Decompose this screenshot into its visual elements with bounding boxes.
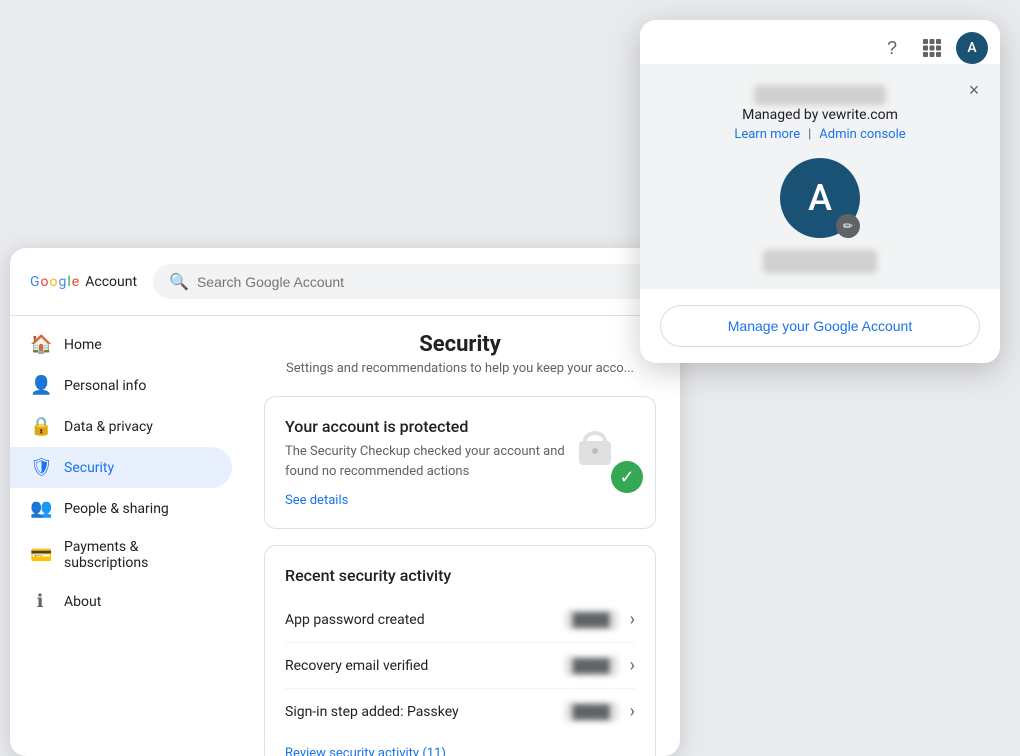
main-content: Security Settings and recommendations to… <box>240 316 680 756</box>
recent-activity-card: Recent security activity App password cr… <box>264 545 656 756</box>
avatar-letter: A <box>808 177 832 219</box>
account-body: 🏠 Home 👤 Personal info 🔒 Data & privacy … <box>10 316 680 756</box>
shield-container: ✓ <box>571 417 635 489</box>
logo-o1: o <box>41 274 49 290</box>
protected-content: Your account is protected The Security C… <box>285 417 565 508</box>
popup-header-section: × user@vewrite.com Managed by vewrite.co… <box>640 64 1000 289</box>
popup-avatar: A ✏ <box>780 158 860 238</box>
check-badge: ✓ <box>611 461 643 493</box>
sidebar-item-payments[interactable]: 💳 Payments & subscriptions <box>10 529 232 581</box>
sidebar-label-home: Home <box>64 337 102 353</box>
search-input[interactable] <box>197 274 644 290</box>
security-shield-graphic: ✓ <box>571 417 635 489</box>
topbar-avatar[interactable]: A <box>956 32 988 64</box>
help-icon: ? <box>887 38 897 59</box>
page-title: Security <box>264 332 656 357</box>
popup-links: Learn more | Admin console <box>660 127 980 142</box>
protected-desc: The Security Checkup checked your accoun… <box>285 442 565 481</box>
separator: | <box>808 127 811 142</box>
sidebar-label-security: Security <box>64 460 114 476</box>
admin-console-link[interactable]: Admin console <box>819 127 905 142</box>
sidebar-label-payments: Payments & subscriptions <box>64 539 212 571</box>
page-subtitle: Settings and recommendations to help you… <box>264 361 656 376</box>
activity-time-2: ████ <box>565 702 618 722</box>
sidebar-label-data-privacy: Data & privacy <box>64 419 153 435</box>
account-label: Account <box>85 274 137 290</box>
recent-activity-title: Recent security activity <box>285 566 635 585</box>
manage-account-button[interactable]: Manage your Google Account <box>660 305 980 347</box>
pencil-icon: ✏ <box>843 219 853 233</box>
activity-time-0: ████ <box>565 610 618 630</box>
sidebar-label-about: About <box>64 594 101 610</box>
logo-o2: o <box>50 274 58 290</box>
sidebar-label-personal-info: Personal info <box>64 378 146 394</box>
activity-label-1: Recovery email verified <box>285 658 565 674</box>
protected-card: Your account is protected The Security C… <box>264 396 656 529</box>
see-details-link[interactable]: See details <box>285 493 565 508</box>
avatar-edit-button[interactable]: ✏ <box>836 214 860 238</box>
payment-icon: 💳 <box>30 545 50 566</box>
apps-button[interactable] <box>916 32 948 64</box>
sidebar-item-about[interactable]: ℹ About <box>10 581 232 622</box>
activity-item-1[interactable]: Recovery email verified ████ › <box>285 643 635 689</box>
chevron-icon-0: › <box>630 609 635 630</box>
sidebar-item-personal-info[interactable]: 👤 Personal info <box>10 365 232 406</box>
info-icon: ℹ <box>30 591 50 612</box>
lock-icon: 🔒 <box>30 416 50 437</box>
activity-item-2[interactable]: Sign-in step added: Passkey ████ › <box>285 689 635 734</box>
close-button[interactable]: × <box>960 76 988 104</box>
activity-time-1: ████ <box>565 656 618 676</box>
account-window: G o o g l e Account 🔍 🏠 Home 👤 Personal … <box>10 248 680 756</box>
check-icon: ✓ <box>619 467 634 488</box>
logo-g: G <box>30 274 40 290</box>
logo-letters: G o o g l e <box>30 274 79 290</box>
protected-title: Your account is protected <box>285 417 565 436</box>
popup-managed-text: Managed by vewrite.com <box>660 107 980 123</box>
people-icon: 👥 <box>30 498 50 519</box>
activity-label-2: Sign-in step added: Passkey <box>285 704 565 720</box>
sidebar-item-data-privacy[interactable]: 🔒 Data & privacy <box>10 406 232 447</box>
review-activity-link[interactable]: Review security activity (11) <box>285 746 635 756</box>
close-icon: × <box>969 80 980 101</box>
search-icon: 🔍 <box>169 272 189 291</box>
grid-icon <box>923 39 941 57</box>
learn-more-link[interactable]: Learn more <box>734 127 800 142</box>
chevron-icon-1: › <box>630 655 635 676</box>
activity-label-0: App password created <box>285 612 565 628</box>
profile-popup: ? A × user@vewrite.com Managed by vewri <box>640 20 1000 363</box>
popup-topbar: ? A <box>640 20 1000 64</box>
popup-email: user@vewrite.com <box>754 85 886 105</box>
sidebar-item-home[interactable]: 🏠 Home <box>10 324 232 365</box>
sidebar-label-people: People & sharing <box>64 501 169 517</box>
sidebar-item-security[interactable]: 🛡 Security <box>10 447 232 488</box>
popup-name: Hi, Account <box>763 250 877 273</box>
logo-e: e <box>72 274 79 290</box>
shield-icon: 🛡 <box>30 457 50 478</box>
person-icon: 👤 <box>30 375 50 396</box>
topbar-avatar-letter: A <box>967 40 976 56</box>
activity-item-0[interactable]: App password created ████ › <box>285 597 635 643</box>
home-icon: 🏠 <box>30 334 50 355</box>
sidebar: 🏠 Home 👤 Personal info 🔒 Data & privacy … <box>10 316 240 756</box>
lock-graphic <box>571 417 619 473</box>
help-button[interactable]: ? <box>876 32 908 64</box>
chevron-icon-2: › <box>630 701 635 722</box>
google-logo: G o o g l e Account <box>30 274 137 290</box>
account-header: G o o g l e Account 🔍 <box>10 248 680 316</box>
search-bar[interactable]: 🔍 <box>153 264 660 299</box>
logo-g2: g <box>59 274 67 290</box>
logo-l: l <box>67 274 70 290</box>
sidebar-item-people-sharing[interactable]: 👥 People & sharing <box>10 488 232 529</box>
